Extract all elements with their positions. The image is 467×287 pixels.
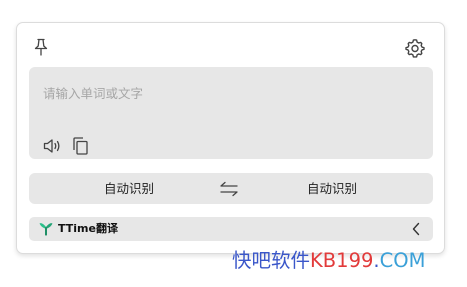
speaker-icon[interactable] bbox=[43, 137, 63, 155]
watermark-cn-text: 快吧软件 bbox=[232, 249, 311, 272]
watermark-com-text: COM bbox=[379, 249, 426, 272]
watermark-kb-text: KB199 bbox=[310, 249, 374, 272]
chevron-left-icon[interactable] bbox=[410, 222, 422, 236]
service-name-label: TTime翻译 bbox=[58, 222, 118, 235]
site-watermark: 快吧软件KB199.COM bbox=[232, 246, 425, 276]
pin-icon[interactable] bbox=[32, 38, 50, 56]
text-input-area[interactable] bbox=[29, 67, 433, 159]
translator-window: 自动识别 自动识别 TTime翻译 bbox=[16, 22, 445, 254]
source-text-input[interactable] bbox=[43, 83, 413, 127]
ttime-logo-icon bbox=[39, 221, 53, 236]
gear-icon[interactable] bbox=[405, 38, 425, 58]
language-selector-bar: 自动识别 自动识别 bbox=[29, 173, 433, 204]
target-language-select[interactable]: 自动识别 bbox=[287, 173, 377, 204]
copy-icon[interactable] bbox=[71, 136, 89, 156]
translation-service-row[interactable]: TTime翻译 bbox=[29, 217, 433, 241]
source-language-select[interactable]: 自动识别 bbox=[84, 173, 174, 204]
swap-arrows-icon[interactable] bbox=[219, 180, 239, 197]
